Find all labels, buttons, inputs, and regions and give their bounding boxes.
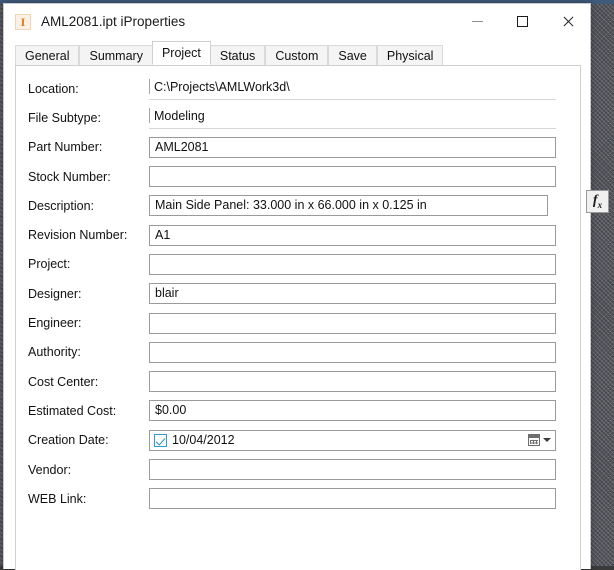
tab-general[interactable]: General [15, 45, 79, 65]
label-description: Description: [16, 199, 149, 213]
field-row-authority: Authority: [16, 338, 580, 367]
field-row-estimated-cost: Estimated Cost: $0.00 [16, 396, 580, 425]
field-row-description: Description: Main Side Panel: 33.000 in … [16, 191, 580, 220]
label-part-number: Part Number: [16, 140, 149, 154]
estimated-cost-input[interactable]: $0.00 [149, 400, 556, 421]
label-file-subtype: File Subtype: [16, 111, 149, 125]
dialog-titlebar: AML2081.ipt iProperties [4, 4, 590, 39]
project-input[interactable] [149, 254, 556, 275]
label-engineer: Engineer: [16, 316, 149, 330]
field-row-designer: Designer: blair [16, 279, 580, 308]
field-row-location: Location: C:\Projects\AMLWork3d\ [16, 74, 580, 103]
label-authority: Authority: [16, 345, 149, 359]
designer-input[interactable]: blair [149, 283, 556, 304]
file-subtype-value: Modeling [149, 107, 556, 129]
field-row-project: Project: [16, 250, 580, 279]
label-stock-number: Stock Number: [16, 170, 149, 184]
authority-input[interactable] [149, 342, 556, 363]
label-project: Project: [16, 257, 149, 271]
label-vendor: Vendor: [16, 463, 149, 477]
creation-date-checkbox[interactable] [154, 434, 167, 447]
close-icon [561, 15, 574, 28]
label-revision-number: Revision Number: [16, 228, 149, 242]
field-row-vendor: Vendor: [16, 455, 580, 484]
field-row-web-link: WEB Link: [16, 484, 580, 513]
maximize-icon [517, 16, 528, 27]
iproperties-dialog: AML2081.ipt iProperties General Summary … [3, 3, 591, 569]
field-row-part-number: Part Number: AML2081 [16, 133, 580, 162]
minimize-button[interactable] [455, 4, 500, 39]
location-value: C:\Projects\AMLWork3d\ [149, 78, 556, 100]
description-input[interactable]: Main Side Panel: 33.000 in x 66.000 in x… [149, 195, 548, 216]
label-location: Location: [16, 82, 149, 96]
window-title: AML2081.ipt iProperties [41, 14, 185, 29]
revision-number-input[interactable]: A1 [149, 225, 556, 246]
vendor-input[interactable] [149, 459, 556, 480]
function-fx-button[interactable]: fx [586, 190, 609, 213]
field-row-engineer: Engineer: [16, 308, 580, 337]
tab-physical[interactable]: Physical [377, 45, 444, 65]
label-web-link: WEB Link: [16, 492, 149, 506]
tab-save[interactable]: Save [328, 45, 377, 65]
maximize-button[interactable] [500, 4, 545, 39]
tab-strip: General Summary Project Status Custom Sa… [4, 41, 590, 65]
web-link-input[interactable] [149, 488, 556, 509]
field-row-stock-number: Stock Number: [16, 162, 580, 191]
field-row-file-subtype: File Subtype: Modeling [16, 103, 580, 132]
creation-date-value: 10/04/2012 [172, 431, 235, 450]
label-cost-center: Cost Center: [16, 375, 149, 389]
part-number-input[interactable]: AML2081 [149, 137, 556, 158]
field-row-revision-number: Revision Number: A1 [16, 220, 580, 249]
creation-date-control[interactable]: 10/04/2012 [149, 430, 556, 451]
close-button[interactable] [545, 4, 590, 39]
calendar-icon [528, 434, 540, 446]
project-tab-panel: Location: C:\Projects\AMLWork3d\ File Su… [15, 65, 581, 570]
label-creation-date: Creation Date: [16, 433, 149, 447]
minimize-icon [472, 21, 483, 22]
stock-number-input[interactable] [149, 166, 556, 187]
inventor-part-icon [15, 14, 31, 30]
cost-center-input[interactable] [149, 371, 556, 392]
tab-custom[interactable]: Custom [265, 45, 328, 65]
tab-summary[interactable]: Summary [79, 45, 152, 65]
tab-status[interactable]: Status [210, 45, 265, 65]
project-properties-form: Location: C:\Projects\AMLWork3d\ File Su… [16, 74, 580, 513]
label-designer: Designer: [16, 287, 149, 301]
tab-project[interactable]: Project [152, 41, 211, 65]
engineer-input[interactable] [149, 313, 556, 334]
function-fx-icon: fx [593, 194, 602, 210]
chevron-down-icon [543, 438, 551, 442]
field-row-creation-date: Creation Date: 10/04/2012 [16, 426, 580, 455]
field-row-cost-center: Cost Center: [16, 367, 580, 396]
label-estimated-cost: Estimated Cost: [16, 404, 149, 418]
window-controls [455, 4, 590, 39]
creation-date-picker-button[interactable] [526, 432, 553, 449]
